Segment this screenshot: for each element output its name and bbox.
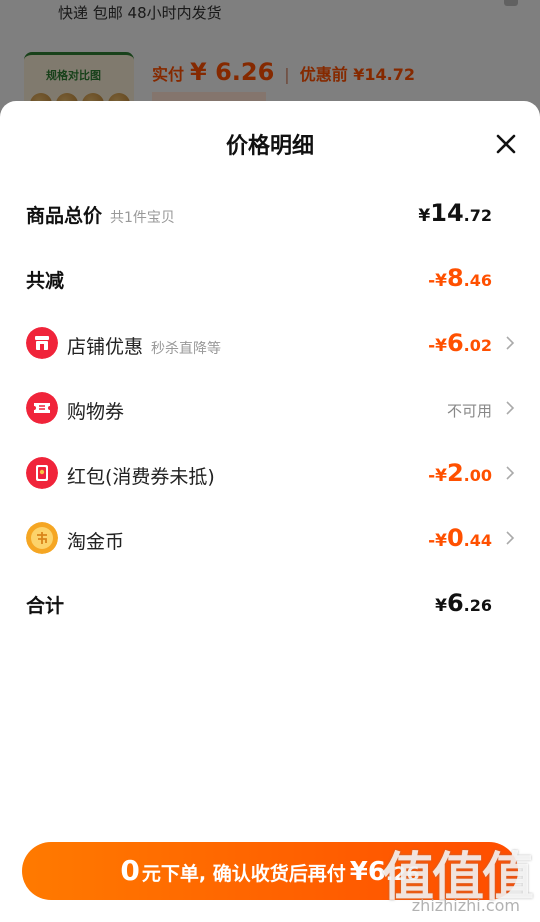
cta-zero: 0 bbox=[120, 854, 140, 887]
chevron-right-icon bbox=[506, 401, 515, 415]
row-red-packet[interactable]: 红包(消费券未抵) -¥2.00 bbox=[0, 453, 540, 493]
chevron-right-icon bbox=[506, 466, 515, 480]
row-total-discount: 共减 -¥8.46 bbox=[0, 258, 540, 298]
gold-coin-icon bbox=[26, 522, 58, 554]
shop-discount-label: 店铺优惠 bbox=[67, 336, 144, 358]
tao-coins-amount: -¥0.44 bbox=[428, 524, 492, 552]
red-packet-icon bbox=[26, 457, 58, 489]
sum-label: 合计 bbox=[26, 595, 65, 617]
shop-discount-sub: 秒杀直降等 bbox=[151, 341, 222, 357]
chevron-right-icon bbox=[506, 336, 515, 350]
coupon-label: 购物券 bbox=[67, 401, 125, 423]
sheet-title: 价格明细 bbox=[225, 134, 314, 159]
shop-discount-amount: -¥6.02 bbox=[428, 329, 492, 357]
row-shop-discount[interactable]: 店铺优惠 秒杀直降等 -¥6.02 bbox=[0, 323, 540, 363]
row-tao-coins[interactable]: 淘金币 -¥0.44 bbox=[0, 518, 540, 558]
red-packet-amount: -¥2.00 bbox=[428, 459, 492, 487]
watermark-url: zhizhizhi.com bbox=[411, 896, 520, 915]
total-label: 商品总价 bbox=[26, 205, 103, 227]
row-sum: 合计 ¥6.26 bbox=[0, 583, 540, 623]
coupon-icon bbox=[26, 392, 58, 424]
row-total-price: 商品总价 共1件宝贝 ¥14.72 bbox=[0, 193, 540, 233]
total-amount: ¥14.72 bbox=[418, 199, 492, 227]
coupon-status: 不可用 bbox=[446, 402, 492, 420]
screen: 快递 包邮 48小时内发货 规格对比图 实付 ¥ 6.26 | 优惠前 ¥14.… bbox=[0, 0, 540, 922]
price-detail-sheet: 价格明细 商品总价 共1件宝贝 ¥14.72 共减 -¥8.46 店铺优惠 秒杀… bbox=[0, 101, 540, 922]
cta-text: 元下单, 确认收货后再付 bbox=[141, 863, 346, 885]
discount-label: 共减 bbox=[26, 270, 65, 292]
shop-icon bbox=[26, 327, 58, 359]
cta-price: ¥6 bbox=[349, 857, 386, 887]
close-icon[interactable] bbox=[494, 132, 518, 156]
red-packet-label: 红包(消费券未抵) bbox=[67, 466, 215, 488]
chevron-right-icon bbox=[506, 531, 515, 545]
row-shopping-coupon[interactable]: 购物券 不可用 bbox=[0, 388, 540, 428]
total-sub: 共1件宝贝 bbox=[110, 210, 175, 226]
sum-amount: ¥6.26 bbox=[435, 589, 492, 617]
discount-amount: -¥8.46 bbox=[428, 264, 492, 292]
tao-coins-label: 淘金币 bbox=[67, 531, 125, 553]
